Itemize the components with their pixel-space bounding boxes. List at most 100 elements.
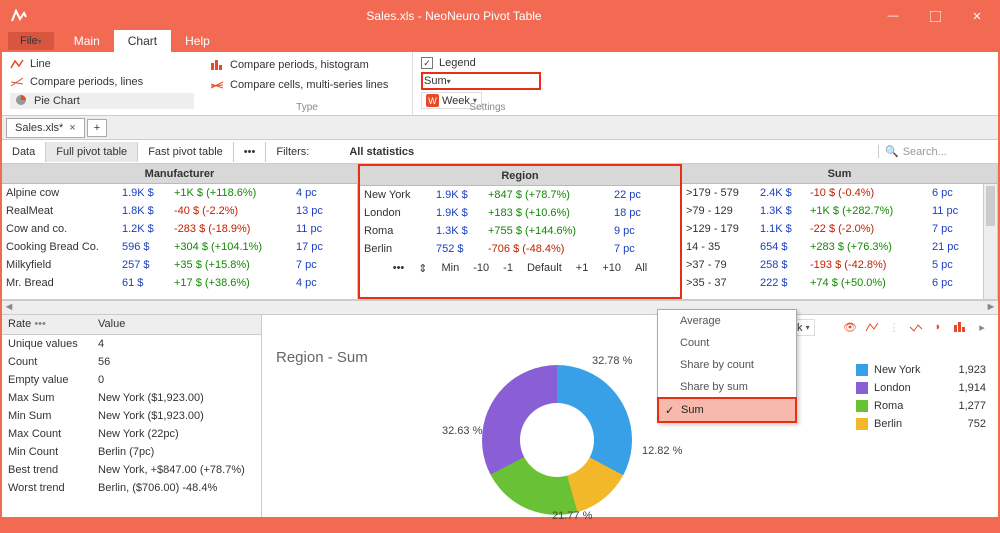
- stats-rate-header[interactable]: Rate •••: [2, 315, 92, 334]
- ribbon-line[interactable]: Line: [30, 58, 51, 70]
- table-row[interactable]: Berlin752 $-706 $ (-48.4%)7 pc: [360, 240, 680, 258]
- stat-row: Unique values4: [2, 335, 261, 353]
- ribbon-group-type-label: Type: [202, 102, 412, 113]
- legend-item[interactable]: Berlin752: [856, 415, 986, 433]
- compare-lines-icon: [10, 75, 24, 89]
- table-row[interactable]: >179 - 5792.4K $-10 $ (-0.4%)6 pc: [682, 184, 997, 202]
- ribbon-pie-chart[interactable]: Pie Chart: [34, 95, 80, 107]
- title-bar: Sales.xls - NeoNeuro Pivot Table — ✕: [2, 2, 998, 30]
- stat-row: Max CountNew York (22pc): [2, 425, 261, 443]
- lower-pane: Rate ••• Value Unique values4Count56Empt…: [2, 314, 998, 517]
- pivot-columns: Manufacturer Alpine cow1.9K $+1K $ (+118…: [2, 164, 998, 300]
- pct-label: 21.77 %: [552, 510, 592, 522]
- table-row[interactable]: Mr. Bread61 $+17 $ (+38.6%)4 pc: [2, 274, 357, 292]
- new-tab-button[interactable]: +: [87, 119, 107, 137]
- lines-icon[interactable]: [864, 319, 880, 335]
- stats-value-header[interactable]: Value: [92, 315, 131, 334]
- pie-chart-icon: [14, 94, 28, 108]
- filters-label: Filters:: [266, 142, 319, 162]
- close-tab-icon[interactable]: ×: [69, 122, 75, 134]
- table-row[interactable]: >37 - 79258 $-193 $ (-42.8%)5 pc: [682, 256, 997, 274]
- file-tabs: Sales.xls*× +: [2, 116, 998, 140]
- app-window: Sales.xls - NeoNeuro Pivot Table — ✕ Fil…: [0, 0, 1000, 533]
- file-tab-sales[interactable]: Sales.xls*×: [6, 118, 85, 138]
- tab-help[interactable]: Help: [171, 30, 224, 52]
- table-row[interactable]: >35 - 37222 $+74 $ (+50.0%)6 pc: [682, 274, 997, 292]
- dd-average[interactable]: Average: [658, 310, 796, 332]
- ribbon-compare-periods-lines[interactable]: Compare periods, lines: [30, 76, 143, 88]
- chart-legend: New York1,923London1,914Roma1,277Berlin7…: [856, 361, 986, 433]
- table-row[interactable]: >79 - 1291.3K $+1K $ (+282.7%)11 pc: [682, 202, 997, 220]
- menu-bar: File▾ Main Chart Help: [2, 30, 998, 52]
- tab-chart[interactable]: Chart: [114, 30, 171, 52]
- col-header[interactable]: Manufacturer: [2, 164, 357, 184]
- bottom-accent-bar: [2, 517, 998, 531]
- zigzag-icon[interactable]: [908, 319, 924, 335]
- stat-row: Min SumNew York ($1,923.00): [2, 407, 261, 425]
- stat-row: Empty value0: [2, 371, 261, 389]
- ribbon-compare-histogram[interactable]: Compare periods, histogram: [230, 59, 369, 71]
- table-row[interactable]: New York1.9K $+847 $ (+78.7%)22 pc: [360, 186, 680, 204]
- stat-row: Worst trend Berlin, ($706.00) -48.4%: [2, 479, 261, 497]
- column-sum: Sum >179 - 5792.4K $-10 $ (-0.4%)6 pc>79…: [682, 164, 998, 299]
- filters-value[interactable]: All statistics: [319, 146, 414, 158]
- ribbon: Line Compare periods, lines Pie Chart Co…: [2, 52, 998, 116]
- app-logo-icon: [2, 8, 36, 24]
- vertical-scrollbar[interactable]: [983, 184, 997, 299]
- legend-checkbox[interactable]: ✓: [421, 57, 433, 69]
- legend-item[interactable]: London1,914: [856, 379, 986, 397]
- table-row[interactable]: RealMeat1.8K $-40 $ (-2.2%)13 pc: [2, 202, 357, 220]
- stat-row: Count56: [2, 353, 261, 371]
- stat-row: Min Count Berlin (7pc): [2, 443, 261, 461]
- region-slider[interactable]: •••⇕ Min-10-1 Default+1+10All: [360, 258, 680, 278]
- legend-item[interactable]: New York1,923: [856, 361, 986, 379]
- sum-dropdown[interactable]: Sum▾: [421, 72, 541, 90]
- dd-share-sum[interactable]: Share by sum: [658, 376, 796, 398]
- table-row[interactable]: Alpine cow1.9K $+1K $ (+118.6%)4 pc: [2, 184, 357, 202]
- table-row[interactable]: 14 - 35654 $+283 $ (+76.3%)21 pc: [682, 238, 997, 256]
- stat-row: Best trendNew York, +$847.00 (+78.7%): [2, 461, 261, 479]
- table-row[interactable]: London1.9K $+183 $ (+10.6%)18 pc: [360, 204, 680, 222]
- view-full-pivot[interactable]: Full pivot table: [46, 142, 138, 162]
- ribbon-group-settings-label: Settings: [413, 102, 562, 113]
- column-manufacturer: Manufacturer Alpine cow1.9K $+1K $ (+118…: [2, 164, 358, 299]
- eye-icon[interactable]: 👁: [842, 319, 858, 335]
- histogram-icon: [210, 58, 224, 72]
- stat-row: Max SumNew York ($1,923.00): [2, 389, 261, 407]
- view-fast-pivot[interactable]: Fast pivot table: [138, 142, 234, 162]
- legend-item[interactable]: Roma1,277: [856, 397, 986, 415]
- table-row[interactable]: Cow and co.1.2K $-283 $ (-18.9%)11 pc: [2, 220, 357, 238]
- pct-label: 12.82 %: [642, 445, 682, 457]
- chart-tool-icons: 👁 ⋮ ◗ ▸: [842, 319, 990, 335]
- table-row[interactable]: Cooking Bread Co.596 $+304 $ (+104.1%)17…: [2, 238, 357, 256]
- dd-share-count[interactable]: Share by count: [658, 354, 796, 376]
- dd-count[interactable]: Count: [658, 332, 796, 354]
- file-menu[interactable]: File▾: [8, 32, 54, 50]
- more-button[interactable]: •••: [234, 142, 267, 162]
- chevron-right-icon[interactable]: ▸: [974, 319, 990, 335]
- table-row[interactable]: Roma1.3K $+755 $ (+144.6%)9 pc: [360, 222, 680, 240]
- maximize-button[interactable]: [914, 2, 956, 30]
- sum-dropdown-menu: Average Count Share by count Share by su…: [657, 309, 797, 423]
- chart-panel: Sum▾ WWeek▾ 👁 ⋮ ◗ ▸ Region - Sum 32.78 %…: [262, 315, 998, 517]
- donut-chart: [482, 365, 632, 515]
- moon-icon[interactable]: ◗: [930, 319, 946, 335]
- ribbon-compare-cells[interactable]: Compare cells, multi-series lines: [230, 79, 388, 91]
- bars-icon[interactable]: [952, 319, 968, 335]
- tab-main[interactable]: Main: [60, 30, 114, 52]
- minimize-button[interactable]: —: [872, 2, 914, 30]
- table-row[interactable]: Milkyfield257 $+35 $ (+15.8%)7 pc: [2, 256, 357, 274]
- close-button[interactable]: ✕: [956, 2, 998, 30]
- col-header[interactable]: Region: [360, 166, 680, 186]
- table-row[interactable]: >129 - 1791.1K $-22 $ (-2.0%)7 pc: [682, 220, 997, 238]
- line-chart-icon: [10, 57, 24, 71]
- col-header[interactable]: Sum: [682, 164, 997, 184]
- view-data[interactable]: Data: [2, 142, 46, 162]
- search-box[interactable]: 🔍Search...: [878, 145, 998, 158]
- horizontal-scrollbar[interactable]: ◄►: [2, 300, 998, 314]
- pct-label: 32.78 %: [592, 355, 632, 367]
- window-title: Sales.xls - NeoNeuro Pivot Table: [36, 9, 872, 23]
- dd-sum[interactable]: Sum: [657, 397, 797, 423]
- multiseries-icon: [210, 78, 224, 92]
- stats-panel: Rate ••• Value Unique values4Count56Empt…: [2, 315, 262, 517]
